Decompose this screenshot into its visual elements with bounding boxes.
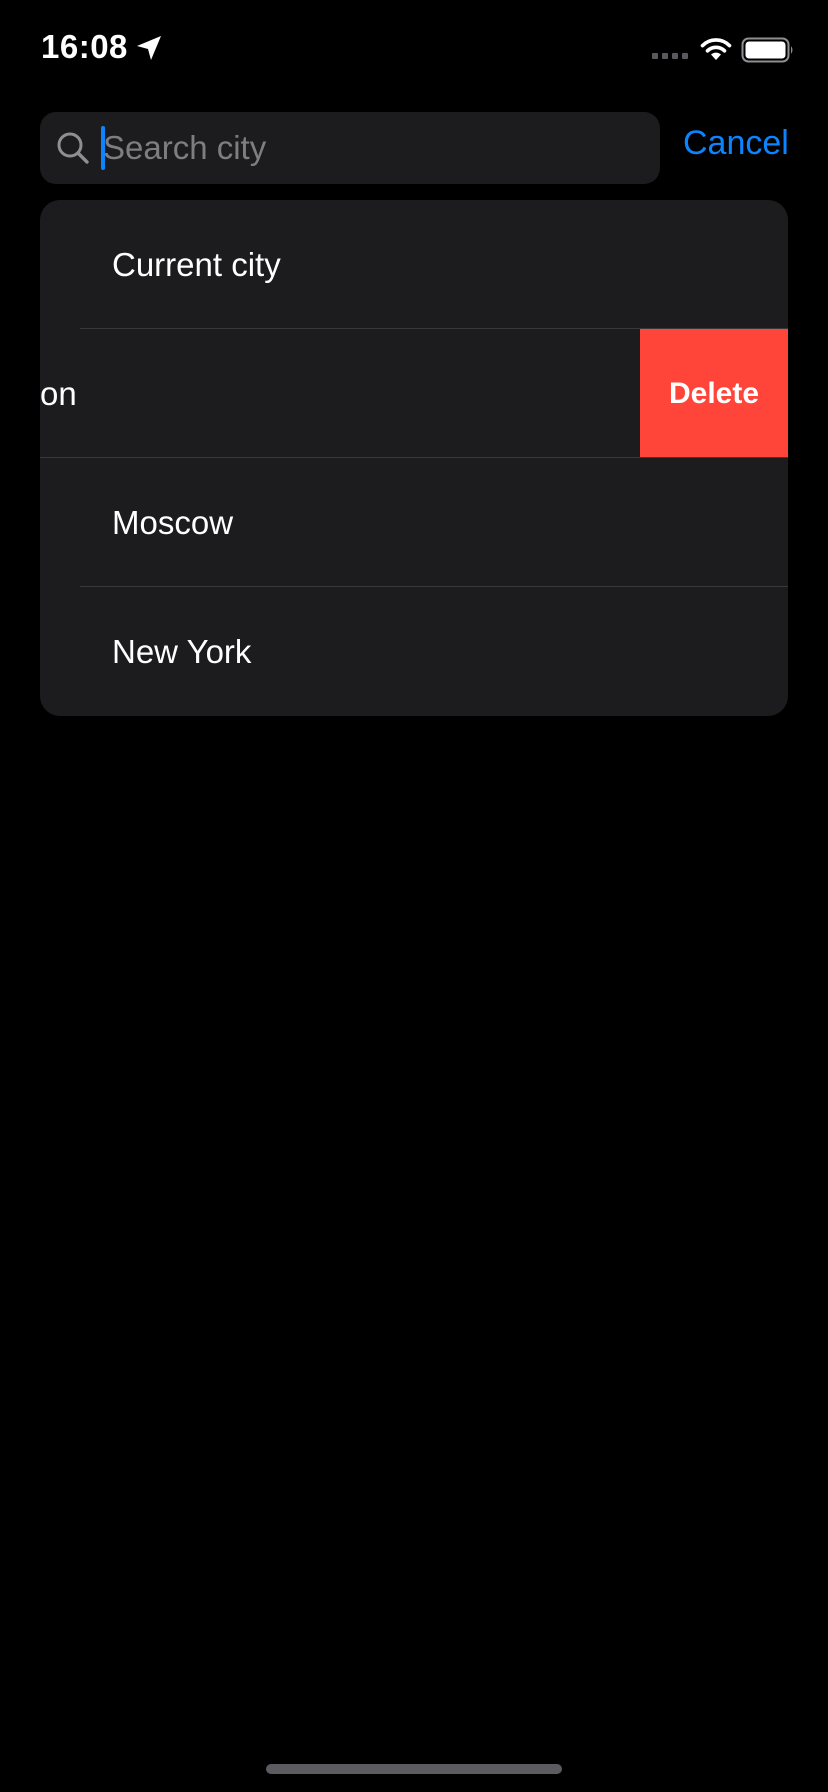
home-indicator[interactable]: [266, 1764, 562, 1774]
city-label: on: [40, 375, 77, 412]
city-list: Current city on Delete Moscow New York: [40, 200, 788, 716]
wifi-icon: [700, 38, 732, 60]
status-time: 16:08: [41, 28, 128, 65]
delete-button[interactable]: Delete: [640, 329, 788, 458]
city-label: Moscow: [112, 504, 234, 541]
status-bar: 16:08: [0, 0, 828, 100]
list-item-new-york[interactable]: New York: [40, 587, 788, 716]
search-bar[interactable]: [40, 112, 660, 184]
city-label: Current city: [112, 246, 281, 283]
search-icon: [57, 132, 89, 164]
cancel-button[interactable]: Cancel: [683, 124, 789, 163]
cellular-signal-icon: [652, 53, 688, 59]
location-arrow-icon: [137, 36, 161, 60]
battery-icon: [741, 37, 793, 63]
list-item-current-city[interactable]: Current city: [40, 200, 788, 329]
search-input[interactable]: [103, 112, 643, 184]
list-item-moscow[interactable]: Moscow: [40, 458, 788, 587]
list-item-swiped[interactable]: on Delete: [40, 329, 788, 458]
city-label: New York: [112, 633, 252, 670]
